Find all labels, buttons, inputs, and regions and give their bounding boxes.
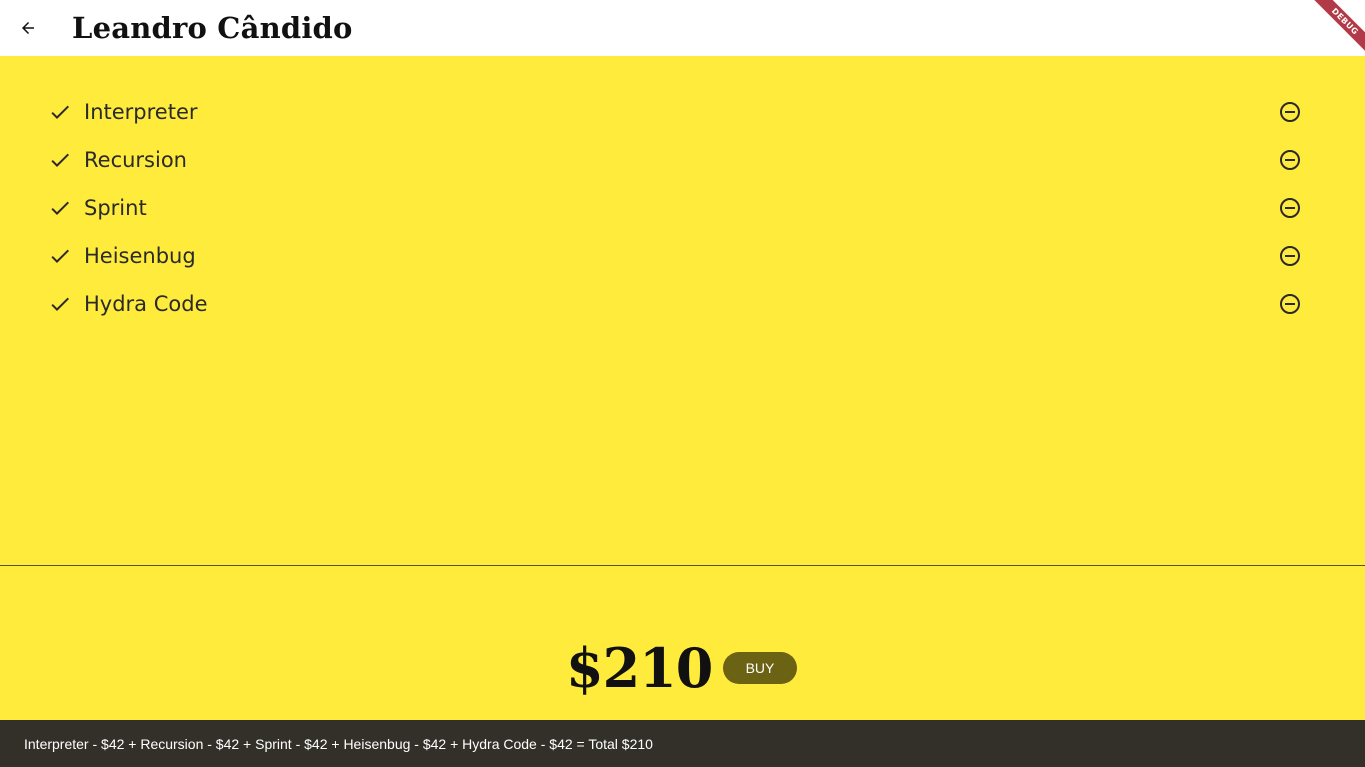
back-button[interactable] <box>12 12 44 44</box>
cart-item-list: Interpreter Recursion Sprint Heisenbug H… <box>0 88 1365 328</box>
snackbar-message: Interpreter - $42 + Recursion - $42 + Sp… <box>24 736 653 752</box>
divider <box>0 565 1365 566</box>
list-item: Heisenbug <box>0 232 1365 280</box>
check-icon <box>51 153 69 167</box>
check-icon <box>51 249 69 263</box>
snackbar: Interpreter - $42 + Recursion - $42 + Sp… <box>0 720 1365 767</box>
remove-item-button[interactable] <box>1276 242 1304 270</box>
item-label: Sprint <box>84 196 147 220</box>
remove-item-button[interactable] <box>1276 146 1304 174</box>
item-label: Hydra Code <box>84 292 208 316</box>
list-item: Sprint <box>0 184 1365 232</box>
list-item: Hydra Code <box>0 280 1365 328</box>
item-label: Recursion <box>84 148 187 172</box>
app-bar: Leandro Cândido <box>0 0 1365 56</box>
remove-item-button[interactable] <box>1276 194 1304 222</box>
remove-circle-outline-icon <box>1280 294 1300 314</box>
arrow-back-icon <box>22 22 34 34</box>
list-item: Recursion <box>0 136 1365 184</box>
item-label: Heisenbug <box>84 244 196 268</box>
remove-circle-outline-icon <box>1280 198 1300 218</box>
remove-item-button[interactable] <box>1276 290 1304 318</box>
remove-circle-outline-icon <box>1280 246 1300 266</box>
total-amount: $210 <box>566 636 713 700</box>
check-icon <box>51 105 69 119</box>
remove-circle-outline-icon <box>1280 102 1300 122</box>
check-icon <box>51 297 69 311</box>
list-item: Interpreter <box>0 88 1365 136</box>
remove-item-button[interactable] <box>1276 98 1304 126</box>
page-title: Leandro Cândido <box>72 11 353 45</box>
buy-button[interactable]: BUY <box>723 652 797 684</box>
remove-circle-outline-icon <box>1280 150 1300 170</box>
check-icon <box>51 201 69 215</box>
item-label: Interpreter <box>84 100 198 124</box>
